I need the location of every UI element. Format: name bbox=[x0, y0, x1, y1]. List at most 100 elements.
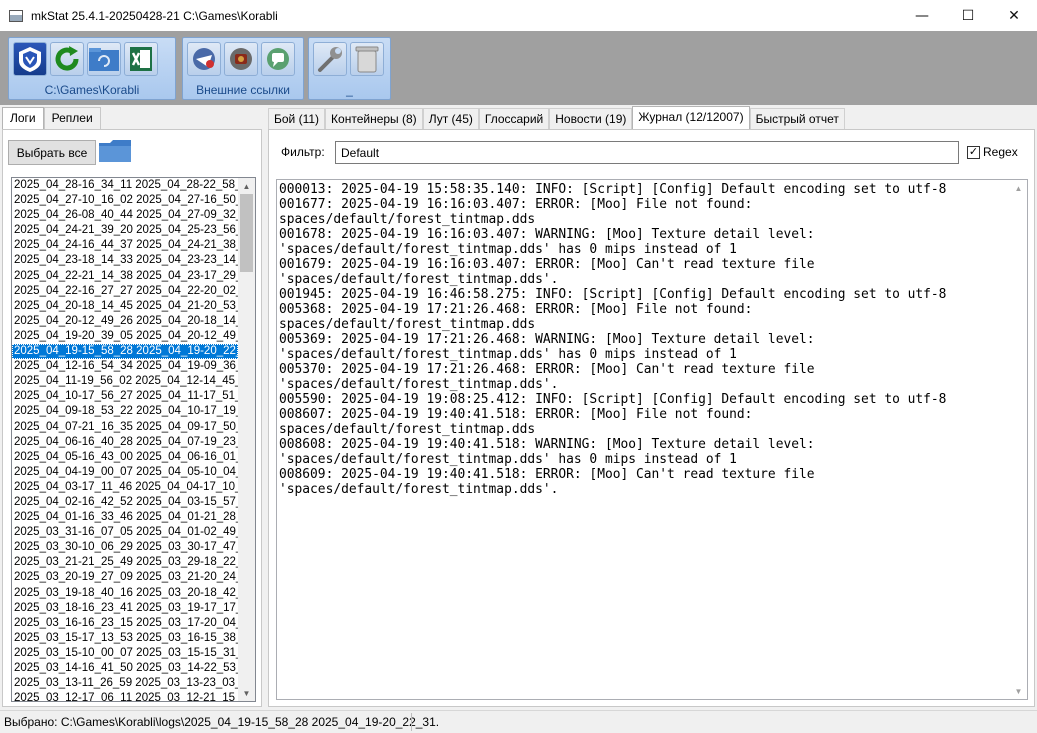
list-item[interactable]: 2025_04_11-19_56_02 2025_04_12-14_45_08 bbox=[12, 374, 238, 389]
log-line: 001677: 2025-04-19 16:16:03.407: ERROR: … bbox=[279, 197, 753, 212]
log-line: 001945: 2025-04-19 16:46:58.275: INFO: [… bbox=[279, 287, 947, 302]
list-item[interactable]: 2025_03_15-17_13_53 2025_03_16-15_38_28 bbox=[12, 631, 238, 646]
list-item[interactable]: 2025_04_24-16_44_37 2025_04_24-21_38_17 bbox=[12, 238, 238, 253]
log-scroll-down-icon[interactable]: ▼ bbox=[1010, 683, 1027, 699]
external-link-button-1[interactable] bbox=[187, 42, 221, 76]
list-item[interactable]: 2025_03_20-19_27_09 2025_03_21-20_24_48 bbox=[12, 570, 238, 585]
external-link-button-2[interactable] bbox=[224, 42, 258, 76]
settings-button[interactable] bbox=[313, 42, 347, 76]
list-item[interactable]: 2025_04_04-19_00_07 2025_04_05-10_04_40 bbox=[12, 465, 238, 480]
list-item[interactable]: 2025_04_06-16_40_28 2025_04_07-19_23_37 bbox=[12, 435, 238, 450]
list-item[interactable]: 2025_04_07-21_16_35 2025_04_09-17_50_45 bbox=[12, 420, 238, 435]
select-all-button[interactable]: Выбрать все bbox=[8, 140, 96, 165]
list-item[interactable]: 2025_03_15-10_00_07 2025_03_15-15_31_28 bbox=[12, 646, 238, 661]
scroll-down-arrow-icon[interactable]: ▼ bbox=[238, 685, 255, 701]
log-scrollbar[interactable]: ▲ ▼ bbox=[1010, 180, 1027, 699]
list-item[interactable]: 2025_04_19-15_58_28 2025_04_19-20_22_31 bbox=[12, 344, 238, 360]
ribbon-group-links: Внешние ссылки bbox=[182, 37, 304, 100]
log-text: 000013: 2025-04-19 15:58:35.140: INFO: [… bbox=[277, 180, 1027, 499]
tab-2[interactable]: Лут (45) bbox=[422, 108, 479, 129]
regex-label: Regex bbox=[983, 145, 1018, 159]
ribbon-toolbar: C:\Games\Korabli Внешние ссылки _ bbox=[0, 31, 1037, 105]
log-scroll-up-icon[interactable]: ▲ bbox=[1010, 180, 1027, 196]
ribbon-group-tools-label: _ bbox=[346, 83, 353, 97]
log-list-scrollbar[interactable]: ▲ ▼ bbox=[238, 178, 255, 701]
logs-panel: Выбрать все 2025_04_28-16_34_11 2025_04_… bbox=[2, 129, 262, 707]
list-item[interactable]: 2025_03_31-16_07_05 2025_04_01-02_49_41 bbox=[12, 525, 238, 540]
list-item[interactable]: 2025_04_22-16_27_27 2025_04_22-20_02_50 bbox=[12, 284, 238, 299]
link-icon-1 bbox=[193, 48, 215, 70]
list-item[interactable]: 2025_04_20-12_49_26 2025_04_20-18_14_41 bbox=[12, 314, 238, 329]
list-item[interactable]: 2025_03_14-16_41_50 2025_03_14-22_53_47 bbox=[12, 661, 238, 676]
list-item[interactable]: 2025_04_26-08_40_44 2025_04_27-09_32_32 bbox=[12, 208, 238, 223]
log-line: 'spaces/default/forest_tintmap.dds' has … bbox=[279, 347, 737, 362]
tab-4[interactable]: Новости (19) bbox=[549, 108, 633, 129]
list-item[interactable]: 2025_03_12-17_06_11 2025_03_12-21_15_47 bbox=[12, 691, 238, 701]
list-item[interactable]: 2025_04_10-17_56_27 2025_04_11-17_51_50 bbox=[12, 389, 238, 404]
window-title: mkStat 25.4.1-20250428-21 C:\Games\Korab… bbox=[31, 8, 278, 23]
link-icon-3 bbox=[267, 48, 289, 70]
tab-6[interactable]: Быстрый отчет bbox=[749, 108, 845, 129]
log-line: 005368: 2025-04-19 17:21:26.468: ERROR: … bbox=[279, 302, 753, 317]
log-line: 005370: 2025-04-19 17:21:26.468: ERROR: … bbox=[279, 362, 815, 377]
list-item[interactable]: 2025_04_01-16_33_46 2025_04_01-21_28_25 bbox=[12, 510, 238, 525]
window-controls: — ☐ ✕ bbox=[899, 0, 1037, 31]
checkbox-checked-icon[interactable]: ✓ bbox=[967, 145, 980, 159]
filter-input[interactable] bbox=[335, 141, 959, 164]
list-item[interactable]: 2025_04_05-16_43_00 2025_04_06-16_01_27 bbox=[12, 450, 238, 465]
list-item[interactable]: 2025_03_18-16_23_41 2025_03_19-17_17_51 bbox=[12, 601, 238, 616]
excel-export-button[interactable] bbox=[124, 42, 158, 76]
wrench-icon bbox=[318, 47, 342, 72]
close-button[interactable]: ✕ bbox=[991, 0, 1037, 31]
ribbon-group-path: C:\Games\Korabli bbox=[8, 37, 176, 100]
log-line: 001679: 2025-04-19 16:16:03.407: ERROR: … bbox=[279, 257, 815, 272]
list-item[interactable]: 2025_04_22-21_14_38 2025_04_23-17_29_45 bbox=[12, 269, 238, 284]
open-folder-button[interactable] bbox=[98, 138, 132, 164]
list-item[interactable]: 2025_03_21-21_25_49 2025_03_29-18_22_00 bbox=[12, 555, 238, 570]
list-item[interactable]: 2025_04_20-18_14_45 2025_04_21-20_53_08 bbox=[12, 299, 238, 314]
log-list[interactable]: 2025_04_28-16_34_11 2025_04_28-22_58_49 2… bbox=[11, 177, 256, 702]
regex-checkbox[interactable]: ✓ Regex bbox=[967, 145, 1018, 159]
tab-1[interactable]: Контейнеры (8) bbox=[325, 108, 423, 129]
tab-replays[interactable]: Реплеи bbox=[43, 107, 101, 129]
refresh-button[interactable] bbox=[50, 42, 84, 76]
list-item[interactable]: 2025_04_23-18_14_33 2025_04_23-23_14_58 bbox=[12, 253, 238, 268]
list-item[interactable]: 2025_04_03-17_11_46 2025_04_04-17_10_22 bbox=[12, 480, 238, 495]
folder-sync-button[interactable] bbox=[87, 42, 121, 76]
list-item[interactable]: 2025_03_13-11_26_59 2025_03_13-23_03_47 bbox=[12, 676, 238, 691]
list-item[interactable]: 2025_04_28-16_34_11 2025_04_28-22_58_49 bbox=[12, 178, 238, 193]
log-line: 008609: 2025-04-19 19:40:41.518: ERROR: … bbox=[279, 467, 815, 482]
refresh-icon bbox=[55, 46, 79, 71]
app-window-icon bbox=[9, 9, 23, 22]
trash-button[interactable] bbox=[350, 42, 384, 76]
folder-sync-icon bbox=[89, 48, 119, 71]
minimize-button[interactable]: — bbox=[899, 0, 945, 31]
list-item[interactable]: 2025_04_09-18_53_22 2025_04_10-17_19_51 bbox=[12, 404, 238, 419]
log-line: 005369: 2025-04-19 17:21:26.468: WARNING… bbox=[279, 332, 815, 347]
list-item[interactable]: 2025_03_16-16_23_15 2025_03_17-20_04_04 bbox=[12, 616, 238, 631]
log-line: spaces/default/forest_tintmap.dds bbox=[279, 212, 536, 227]
scrollbar-thumb[interactable] bbox=[240, 194, 253, 272]
log-line: 005590: 2025-04-19 19:08:25.412: INFO: [… bbox=[279, 392, 947, 407]
app-logo-button[interactable] bbox=[13, 42, 47, 76]
list-item[interactable]: 2025_03_30-10_06_29 2025_03_30-17_47_57 bbox=[12, 540, 238, 555]
log-line: 008608: 2025-04-19 19:40:41.518: WARNING… bbox=[279, 437, 815, 452]
tab-5[interactable]: Журнал (12/12007) bbox=[632, 106, 750, 130]
tab-0[interactable]: Бой (11) bbox=[268, 108, 326, 129]
list-item[interactable]: 2025_04_24-21_39_20 2025_04_25-23_56_38 bbox=[12, 223, 238, 238]
maximize-button[interactable]: ☐ bbox=[945, 0, 991, 31]
list-item[interactable]: 2025_04_02-16_42_52 2025_04_03-15_57_18 bbox=[12, 495, 238, 510]
external-link-button-3[interactable] bbox=[261, 42, 295, 76]
status-bar: Выбрано: C:\Games\Korabli\logs\2025_04_1… bbox=[0, 710, 1037, 733]
ribbon-group-tools: _ bbox=[308, 37, 391, 100]
tab-3[interactable]: Глоссарий bbox=[478, 108, 550, 129]
list-item[interactable]: 2025_03_19-18_40_16 2025_03_20-18_42_23 bbox=[12, 586, 238, 601]
list-item[interactable]: 2025_04_12-16_54_34 2025_04_19-09_36_34 bbox=[12, 359, 238, 374]
tab-logs[interactable]: Логи bbox=[2, 107, 44, 130]
list-item[interactable]: 2025_04_27-10_16_02 2025_04_27-16_50_29 bbox=[12, 193, 238, 208]
scroll-up-arrow-icon[interactable]: ▲ bbox=[238, 178, 255, 194]
title-bar: mkStat 25.4.1-20250428-21 C:\Games\Korab… bbox=[0, 0, 1037, 31]
list-item[interactable]: 2025_04_19-20_39_05 2025_04_20-12_49_21 bbox=[12, 329, 238, 344]
log-text-area[interactable]: 000013: 2025-04-19 15:58:35.140: INFO: [… bbox=[276, 179, 1028, 700]
filter-label: Фильтр: bbox=[281, 145, 325, 159]
